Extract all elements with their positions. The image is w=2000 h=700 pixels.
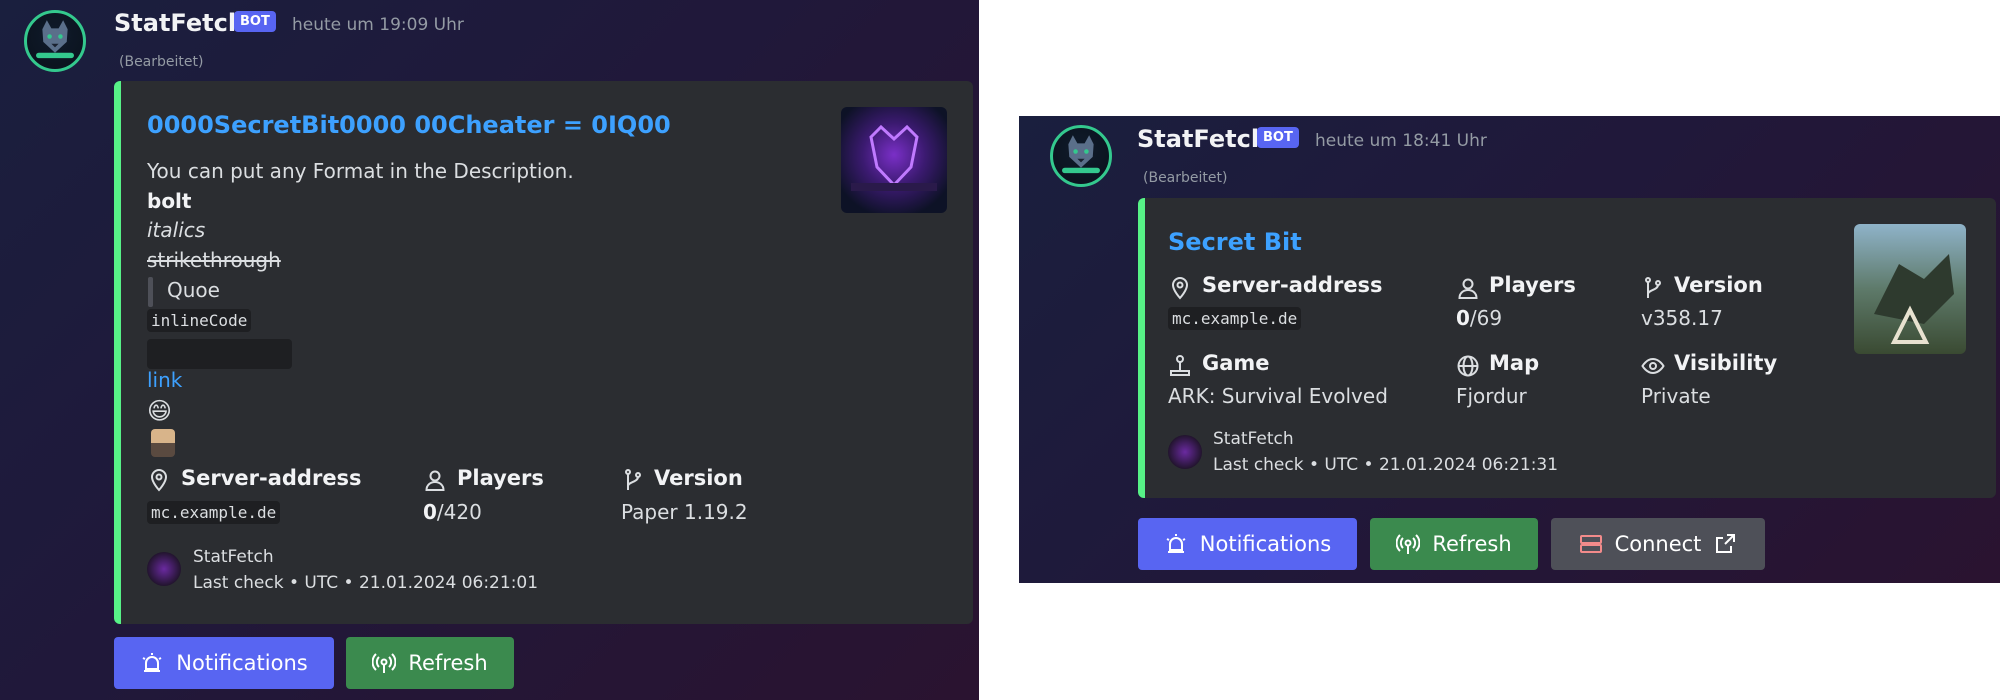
players-online: 0 <box>1456 306 1470 330</box>
embed-title[interactable]: Secret Bit <box>1168 228 1302 256</box>
field-name-game: Game <box>1202 351 1270 375</box>
bot-badge: BOT <box>234 11 276 32</box>
field-value-visibility: Private <box>1641 384 1711 408</box>
description-plain: You can put any Format in the Descriptio… <box>147 159 574 183</box>
neon-logo-icon <box>851 124 937 191</box>
timestamp: heute um 19:09 Uhr <box>292 15 464 35</box>
refresh-button[interactable]: Refresh <box>346 637 514 689</box>
footer-avatar <box>147 552 181 586</box>
embed-thumbnail[interactable] <box>841 107 947 213</box>
broadcast-icon <box>372 653 397 673</box>
bot-avatar[interactable] <box>24 10 86 72</box>
git-branch-icon <box>621 468 645 492</box>
connect-button[interactable]: Connect <box>1551 518 1765 570</box>
description-inline-code: inlineCode <box>147 309 252 332</box>
field-value-map: Fjordur <box>1456 384 1527 408</box>
description-spoiler[interactable] <box>147 339 292 369</box>
git-branch-icon <box>1641 276 1665 300</box>
wolf-logo-icon <box>1062 135 1100 174</box>
footer-last-check: Last check • UTC • 21.01.2024 06:21:01 <box>193 573 539 593</box>
username[interactable]: StatFetch <box>1137 125 1268 153</box>
edited-label: (Bearbeitet) <box>1143 170 1228 186</box>
embed: 0000SecretBit0000 00Cheater = 0IQ00 You … <box>114 81 973 624</box>
footer-avatar <box>1168 435 1202 469</box>
field-value-players: 0/69 <box>1456 306 1502 330</box>
server-icon <box>1579 535 1602 553</box>
notifications-label: Notifications <box>176 651 308 675</box>
field-value-version: v358.17 <box>1641 306 1723 330</box>
embed-thumbnail[interactable] <box>1854 224 1966 354</box>
custom-emoji <box>151 429 175 457</box>
field-value-server-address: mc.example.de <box>147 501 281 524</box>
person-icon <box>1456 276 1480 300</box>
person-icon <box>423 468 447 492</box>
timestamp: heute um 18:41 Uhr <box>1315 131 1487 151</box>
ark-game-cover-icon <box>1874 254 1954 344</box>
wolf-logo-icon <box>36 20 74 59</box>
field-value-players: 0/420 <box>423 500 482 524</box>
field-name-server-address: Server-address <box>1202 273 1383 297</box>
footer-name: StatFetch <box>1213 429 1294 449</box>
players-max: /420 <box>436 500 482 524</box>
footer-name: StatFetch <box>193 547 274 567</box>
field-name-visibility: Visibility <box>1674 351 1778 375</box>
bot-badge: BOT <box>1257 127 1299 148</box>
map-pin-icon <box>1168 276 1192 300</box>
description-strikethrough: strikethrough <box>147 248 281 272</box>
embed: Secret Bit Server-address mc.example.de … <box>1138 198 1996 498</box>
description-link[interactable]: link <box>147 368 182 392</box>
notifications-label: Notifications <box>1199 532 1332 556</box>
players-max: /69 <box>1469 306 1503 330</box>
emoji-grin: 😄 <box>147 397 173 425</box>
joystick-icon <box>1168 354 1192 378</box>
field-name-players: Players <box>457 466 544 490</box>
field-value-game: ARK: Survival Evolved <box>1168 384 1388 408</box>
footer-last-check: Last check • UTC • 21.01.2024 06:21:31 <box>1213 455 1559 475</box>
connect-label: Connect <box>1614 532 1702 556</box>
field-name-server-address: Server-address <box>181 466 362 490</box>
bot-avatar[interactable] <box>1050 125 1112 187</box>
refresh-label: Refresh <box>408 651 488 675</box>
siren-icon <box>142 653 162 672</box>
broadcast-icon <box>1396 534 1421 554</box>
players-online: 0 <box>423 500 437 524</box>
description-quote: Quoe <box>167 278 220 302</box>
field-value-server-address: mc.example.de <box>1168 307 1302 330</box>
notifications-button[interactable]: Notifications <box>114 637 334 689</box>
notifications-button[interactable]: Notifications <box>1138 518 1357 570</box>
quote-bar <box>148 277 153 307</box>
external-link-icon <box>1716 534 1736 553</box>
field-name-players: Players <box>1489 273 1576 297</box>
map-pin-icon <box>147 468 171 492</box>
refresh-button[interactable]: Refresh <box>1370 518 1538 570</box>
field-value-version: Paper 1.19.2 <box>621 500 748 524</box>
globe-icon <box>1456 354 1480 378</box>
username[interactable]: StatFetch <box>114 9 245 37</box>
refresh-label: Refresh <box>1432 532 1512 556</box>
description-bold: bolt <box>147 189 192 213</box>
siren-icon <box>1166 534 1186 553</box>
field-name-map: Map <box>1489 351 1540 375</box>
left-message-panel: StatFetch BOT heute um 19:09 Uhr (Bearbe… <box>0 0 979 700</box>
field-name-version: Version <box>654 466 743 490</box>
description-italic: italics <box>147 218 206 242</box>
embed-title[interactable]: 0000SecretBit0000 00Cheater = 0IQ00 <box>147 111 671 139</box>
right-message-panel: StatFetch BOT heute um 18:41 Uhr (Bearbe… <box>1019 116 2000 583</box>
eye-icon <box>1641 354 1665 378</box>
field-name-version: Version <box>1674 273 1763 297</box>
edited-label: (Bearbeitet) <box>119 54 204 70</box>
